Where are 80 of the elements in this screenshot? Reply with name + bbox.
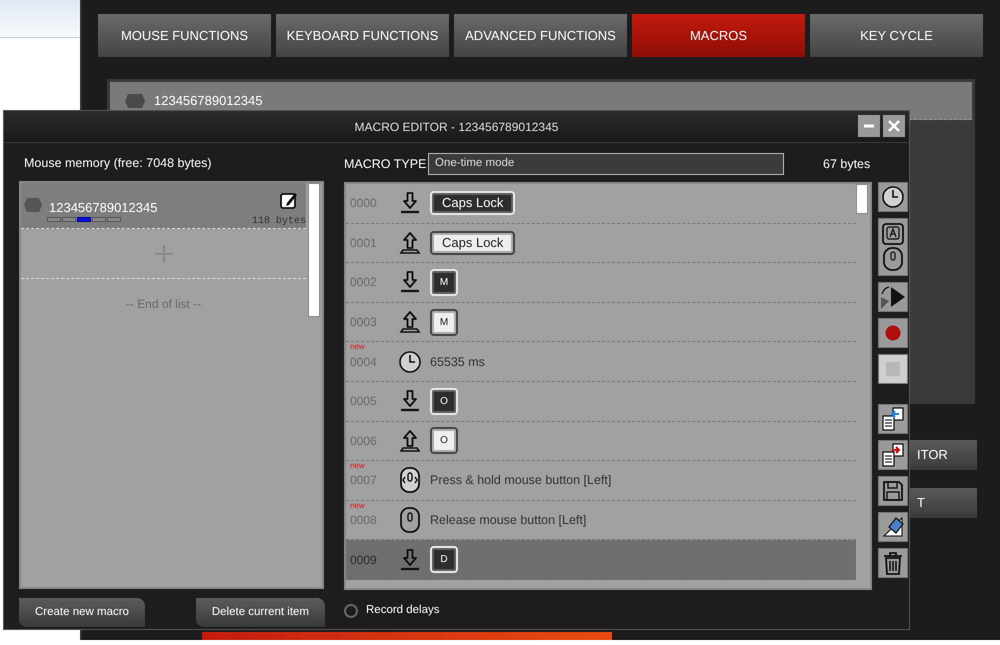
macro-type-label: MACRO TYPE	[344, 156, 428, 173]
step-index: 0000	[349, 195, 378, 212]
macro-name: 123456789012345	[154, 92, 262, 110]
step-index: 0006	[349, 432, 378, 450]
window-title: MACRO EDITOR - 123456789012345	[354, 118, 558, 136]
macro-name: 123456789012345	[49, 199, 158, 217]
step-row[interactable]: new 0007 Press & hold mouse button [Left]	[346, 461, 856, 501]
step-text: Press & hold mouse button [Left]	[430, 473, 612, 488]
toolbar-button[interactable]	[878, 548, 908, 578]
toolbar-button[interactable]	[878, 440, 908, 470]
key-cap: O	[430, 388, 458, 415]
step-index: 0009	[349, 552, 378, 569]
key-cap: M	[430, 268, 458, 296]
step-row[interactable]: 0009 D	[346, 540, 856, 580]
tab[interactable]: KEYBOARD FUNCTIONS	[276, 14, 449, 57]
checkbox[interactable]	[344, 604, 358, 618]
clock-icon	[881, 185, 905, 209]
step-text: 65535 ms	[430, 354, 485, 369]
eraser-icon	[881, 515, 905, 539]
key-release-icon	[399, 230, 421, 255]
toolbar-button[interactable]	[878, 218, 908, 276]
macro-size-text: 67 bytes	[823, 156, 870, 173]
toolbar-button[interactable]	[878, 182, 908, 212]
key-cap: Caps Lock	[430, 230, 516, 255]
step-index: 0008	[349, 512, 378, 530]
step-index: 0002	[349, 274, 378, 292]
key-press-icon	[399, 389, 421, 414]
paste-icon	[880, 442, 906, 468]
clock-icon	[398, 350, 422, 374]
key-press-icon	[399, 270, 421, 294]
macro-size: 118 bytes	[252, 214, 306, 229]
step-index: 0003	[349, 314, 378, 332]
toolbar-button[interactable]	[878, 282, 908, 312]
step-index: 0005	[349, 393, 378, 410]
mouse-icon	[398, 507, 422, 534]
key-cap: Caps Lock	[430, 191, 516, 216]
step-text: Release mouse button [Left]	[430, 513, 586, 528]
macro-item[interactable]: 123456789012345 118 bytes	[21, 183, 306, 229]
side-button[interactable]: T	[907, 488, 977, 518]
key-press-icon	[399, 548, 421, 572]
key-cap: O	[430, 427, 458, 454]
scrollbar[interactable]	[856, 184, 868, 214]
macro-type-field[interactable]: One-time mode	[428, 153, 784, 175]
key-cap: D	[430, 546, 458, 574]
scrollbar[interactable]	[308, 183, 320, 317]
action-button[interactable]: Create new macro	[19, 598, 145, 627]
minimize-button[interactable]	[858, 115, 880, 137]
trash-icon	[882, 550, 904, 576]
edit-icon[interactable]	[280, 191, 298, 209]
copy-icon	[880, 406, 906, 432]
new-tag: new	[350, 461, 365, 472]
checkbox-label: Record delays	[366, 603, 440, 618]
action-button[interactable]: Delete current item	[196, 598, 325, 627]
toolbar-button[interactable]	[878, 512, 908, 542]
step-index: 0001	[349, 234, 378, 252]
step-index: 0004	[349, 354, 378, 371]
close-icon	[887, 119, 901, 133]
tab[interactable]: KEY CYCLE	[810, 14, 983, 57]
key-release-icon	[399, 428, 421, 453]
step-row[interactable]: new 0004 65535 ms	[346, 342, 856, 382]
record-icon	[885, 325, 901, 341]
tab[interactable]: ADVANCED FUNCTIONS	[454, 14, 627, 57]
mouse-icon	[398, 467, 422, 494]
side-button[interactable]: ITOR	[907, 440, 977, 470]
key-and-mouse-icon	[881, 222, 905, 272]
close-button[interactable]	[883, 115, 905, 137]
macro-icon	[23, 197, 43, 213]
key-release-icon	[399, 310, 421, 334]
step-row[interactable]: new 0008 Release mouse button [Left]	[346, 500, 856, 540]
new-tag: new	[350, 342, 365, 352]
toolbar-button[interactable]	[878, 476, 908, 506]
step-index: 0007	[349, 472, 378, 490]
step-row[interactable]: 0001 Caps Lock	[346, 224, 856, 264]
tab[interactable]: MOUSE FUNCTIONS	[98, 14, 271, 57]
tab[interactable]: MACROS	[632, 14, 805, 57]
new-tag: new	[350, 500, 365, 511]
memory-label: Mouse memory (free: 7048 bytes)	[24, 155, 213, 172]
toolbar-button[interactable]	[878, 404, 908, 434]
key-cap: M	[430, 308, 458, 336]
key-press-icon	[399, 191, 421, 216]
